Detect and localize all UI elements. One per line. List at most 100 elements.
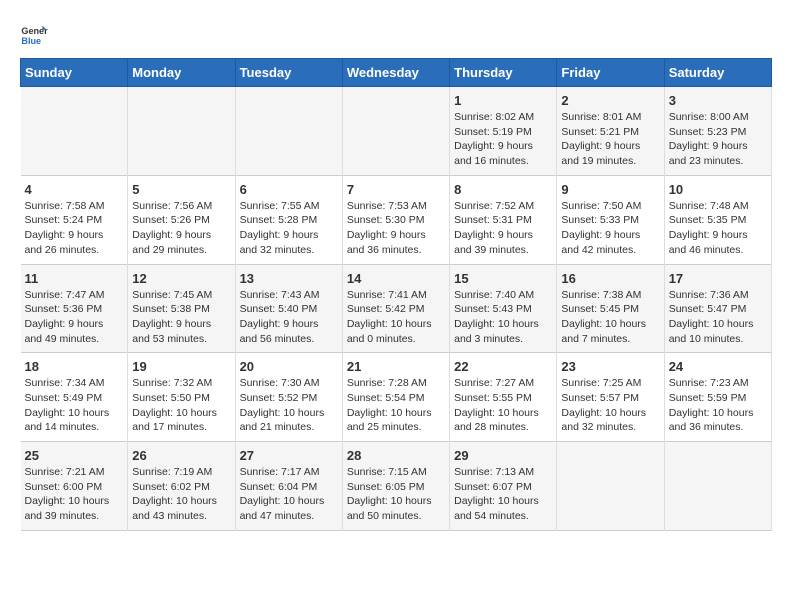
weekday-header-row: SundayMondayTuesdayWednesdayThursdayFrid… xyxy=(21,59,772,87)
calendar-table: SundayMondayTuesdayWednesdayThursdayFrid… xyxy=(20,58,772,531)
day-number: 2 xyxy=(561,93,659,108)
day-info: Sunrise: 7:19 AM Sunset: 6:02 PM Dayligh… xyxy=(132,466,217,522)
day-info: Sunrise: 7:21 AM Sunset: 6:00 PM Dayligh… xyxy=(25,466,110,522)
day-number: 20 xyxy=(240,359,338,374)
calendar-week-row: 4 Sunrise: 7:58 AM Sunset: 5:24 PM Daylig… xyxy=(21,175,772,264)
day-number: 16 xyxy=(561,271,659,286)
calendar-cell: 4 Sunrise: 7:58 AM Sunset: 5:24 PM Daylig… xyxy=(21,175,128,264)
day-number: 13 xyxy=(240,271,338,286)
calendar-cell: 12 Sunrise: 7:45 AM Sunset: 5:38 PM Dayli… xyxy=(128,264,235,353)
day-number: 4 xyxy=(25,182,124,197)
calendar-week-row: 1 Sunrise: 8:02 AM Sunset: 5:19 PM Daylig… xyxy=(21,87,772,176)
day-number: 9 xyxy=(561,182,659,197)
day-info: Sunrise: 7:50 AM Sunset: 5:33 PM Dayligh… xyxy=(561,200,641,256)
calendar-week-row: 11 Sunrise: 7:47 AM Sunset: 5:36 PM Dayli… xyxy=(21,264,772,353)
day-info: Sunrise: 7:45 AM Sunset: 5:38 PM Dayligh… xyxy=(132,289,212,345)
day-info: Sunrise: 7:41 AM Sunset: 5:42 PM Dayligh… xyxy=(347,289,432,345)
day-number: 7 xyxy=(347,182,445,197)
calendar-cell: 7 Sunrise: 7:53 AM Sunset: 5:30 PM Daylig… xyxy=(342,175,449,264)
calendar-week-row: 18Sunrise: 7:34 AM Sunset: 5:49 PM Dayli… xyxy=(21,353,772,442)
day-info: Sunrise: 7:34 AM Sunset: 5:49 PM Dayligh… xyxy=(25,377,110,433)
day-info: Sunrise: 7:47 AM Sunset: 5:36 PM Dayligh… xyxy=(25,289,105,345)
calendar-cell: 15Sunrise: 7:40 AM Sunset: 5:43 PM Dayli… xyxy=(450,264,557,353)
day-info: Sunrise: 8:02 AM Sunset: 5:19 PM Dayligh… xyxy=(454,111,534,167)
day-number: 10 xyxy=(669,182,767,197)
calendar-cell xyxy=(128,87,235,176)
day-info: Sunrise: 7:23 AM Sunset: 5:59 PM Dayligh… xyxy=(669,377,754,433)
day-info: Sunrise: 7:40 AM Sunset: 5:43 PM Dayligh… xyxy=(454,289,539,345)
day-info: Sunrise: 7:13 AM Sunset: 6:07 PM Dayligh… xyxy=(454,466,539,522)
calendar-cell: 9 Sunrise: 7:50 AM Sunset: 5:33 PM Daylig… xyxy=(557,175,664,264)
day-info: Sunrise: 7:28 AM Sunset: 5:54 PM Dayligh… xyxy=(347,377,432,433)
page-header: General Blue xyxy=(20,20,772,48)
calendar-cell: 2Sunrise: 8:01 AM Sunset: 5:21 PM Daylig… xyxy=(557,87,664,176)
day-info: Sunrise: 7:52 AM Sunset: 5:31 PM Dayligh… xyxy=(454,200,534,256)
calendar-cell: 26 Sunrise: 7:19 AM Sunset: 6:02 PM Dayli… xyxy=(128,442,235,531)
calendar-cell: 22 Sunrise: 7:27 AM Sunset: 5:55 PM Dayli… xyxy=(450,353,557,442)
day-number: 1 xyxy=(454,93,552,108)
calendar-cell: 19 Sunrise: 7:32 AM Sunset: 5:50 PM Dayli… xyxy=(128,353,235,442)
day-info: Sunrise: 7:32 AM Sunset: 5:50 PM Dayligh… xyxy=(132,377,217,433)
day-info: Sunrise: 7:58 AM Sunset: 5:24 PM Dayligh… xyxy=(25,200,105,256)
calendar-cell: 3 Sunrise: 8:00 AM Sunset: 5:23 PM Daylig… xyxy=(664,87,771,176)
weekday-header: Thursday xyxy=(450,59,557,87)
day-number: 12 xyxy=(132,271,230,286)
day-info: Sunrise: 7:17 AM Sunset: 6:04 PM Dayligh… xyxy=(240,466,325,522)
day-number: 23 xyxy=(561,359,659,374)
day-info: Sunrise: 7:25 AM Sunset: 5:57 PM Dayligh… xyxy=(561,377,646,433)
calendar-cell: 27 Sunrise: 7:17 AM Sunset: 6:04 PM Dayli… xyxy=(235,442,342,531)
calendar-week-row: 25 Sunrise: 7:21 AM Sunset: 6:00 PM Dayli… xyxy=(21,442,772,531)
day-number: 24 xyxy=(669,359,767,374)
calendar-cell: 10 Sunrise: 7:48 AM Sunset: 5:35 PM Dayli… xyxy=(664,175,771,264)
calendar-cell: 8Sunrise: 7:52 AM Sunset: 5:31 PM Daylig… xyxy=(450,175,557,264)
day-info: Sunrise: 7:15 AM Sunset: 6:05 PM Dayligh… xyxy=(347,466,432,522)
day-info: Sunrise: 7:53 AM Sunset: 5:30 PM Dayligh… xyxy=(347,200,427,256)
day-number: 25 xyxy=(25,448,124,463)
day-number: 6 xyxy=(240,182,338,197)
day-number: 3 xyxy=(669,93,767,108)
calendar-cell: 24 Sunrise: 7:23 AM Sunset: 5:59 PM Dayli… xyxy=(664,353,771,442)
calendar-cell: 13 Sunrise: 7:43 AM Sunset: 5:40 PM Dayli… xyxy=(235,264,342,353)
day-number: 17 xyxy=(669,271,767,286)
day-info: Sunrise: 7:48 AM Sunset: 5:35 PM Dayligh… xyxy=(669,200,749,256)
calendar-cell xyxy=(557,442,664,531)
weekday-header: Saturday xyxy=(664,59,771,87)
calendar-cell xyxy=(21,87,128,176)
calendar-cell: 18Sunrise: 7:34 AM Sunset: 5:49 PM Dayli… xyxy=(21,353,128,442)
calendar-cell xyxy=(342,87,449,176)
day-info: Sunrise: 8:00 AM Sunset: 5:23 PM Dayligh… xyxy=(669,111,749,167)
calendar-cell: 29 Sunrise: 7:13 AM Sunset: 6:07 PM Dayli… xyxy=(450,442,557,531)
calendar-cell: 5 Sunrise: 7:56 AM Sunset: 5:26 PM Daylig… xyxy=(128,175,235,264)
svg-text:Blue: Blue xyxy=(21,36,41,46)
weekday-header: Tuesday xyxy=(235,59,342,87)
day-info: Sunrise: 7:43 AM Sunset: 5:40 PM Dayligh… xyxy=(240,289,320,345)
calendar-cell: 14Sunrise: 7:41 AM Sunset: 5:42 PM Dayli… xyxy=(342,264,449,353)
day-number: 5 xyxy=(132,182,230,197)
calendar-cell xyxy=(664,442,771,531)
weekday-header: Wednesday xyxy=(342,59,449,87)
day-info: Sunrise: 7:55 AM Sunset: 5:28 PM Dayligh… xyxy=(240,200,320,256)
day-info: Sunrise: 7:27 AM Sunset: 5:55 PM Dayligh… xyxy=(454,377,539,433)
day-info: Sunrise: 7:56 AM Sunset: 5:26 PM Dayligh… xyxy=(132,200,212,256)
day-number: 11 xyxy=(25,271,124,286)
day-info: Sunrise: 7:38 AM Sunset: 5:45 PM Dayligh… xyxy=(561,289,646,345)
day-number: 28 xyxy=(347,448,445,463)
weekday-header: Monday xyxy=(128,59,235,87)
day-number: 22 xyxy=(454,359,552,374)
weekday-header: Friday xyxy=(557,59,664,87)
day-info: Sunrise: 7:30 AM Sunset: 5:52 PM Dayligh… xyxy=(240,377,325,433)
day-number: 27 xyxy=(240,448,338,463)
calendar-cell: 6 Sunrise: 7:55 AM Sunset: 5:28 PM Daylig… xyxy=(235,175,342,264)
calendar-cell: 28 Sunrise: 7:15 AM Sunset: 6:05 PM Dayli… xyxy=(342,442,449,531)
calendar-cell xyxy=(235,87,342,176)
day-number: 29 xyxy=(454,448,552,463)
day-number: 21 xyxy=(347,359,445,374)
calendar-cell: 11 Sunrise: 7:47 AM Sunset: 5:36 PM Dayli… xyxy=(21,264,128,353)
calendar-cell: 20 Sunrise: 7:30 AM Sunset: 5:52 PM Dayli… xyxy=(235,353,342,442)
day-number: 19 xyxy=(132,359,230,374)
calendar-cell: 25 Sunrise: 7:21 AM Sunset: 6:00 PM Dayli… xyxy=(21,442,128,531)
weekday-header: Sunday xyxy=(21,59,128,87)
calendar-cell: 23 Sunrise: 7:25 AM Sunset: 5:57 PM Dayli… xyxy=(557,353,664,442)
day-number: 26 xyxy=(132,448,230,463)
calendar-cell: 1 Sunrise: 8:02 AM Sunset: 5:19 PM Daylig… xyxy=(450,87,557,176)
